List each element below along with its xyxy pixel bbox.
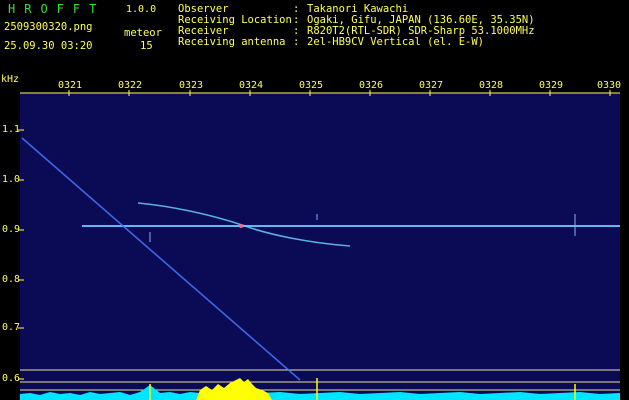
y-tick-marks: [18, 129, 24, 380]
hrofft-window: HROFFT 1.0.0 2509300320.png meteor 25.09…: [0, 0, 629, 400]
spike-marks: [149, 214, 576, 242]
noise-spectrum: [20, 385, 620, 400]
signal-peak-spectrum: [196, 378, 272, 400]
echo-highlight: [239, 224, 243, 228]
diagonal-sweep-trace: [21, 137, 301, 381]
meteor-echo-trace: [137, 202, 351, 247]
spectrogram-overlay: [18, 90, 620, 400]
